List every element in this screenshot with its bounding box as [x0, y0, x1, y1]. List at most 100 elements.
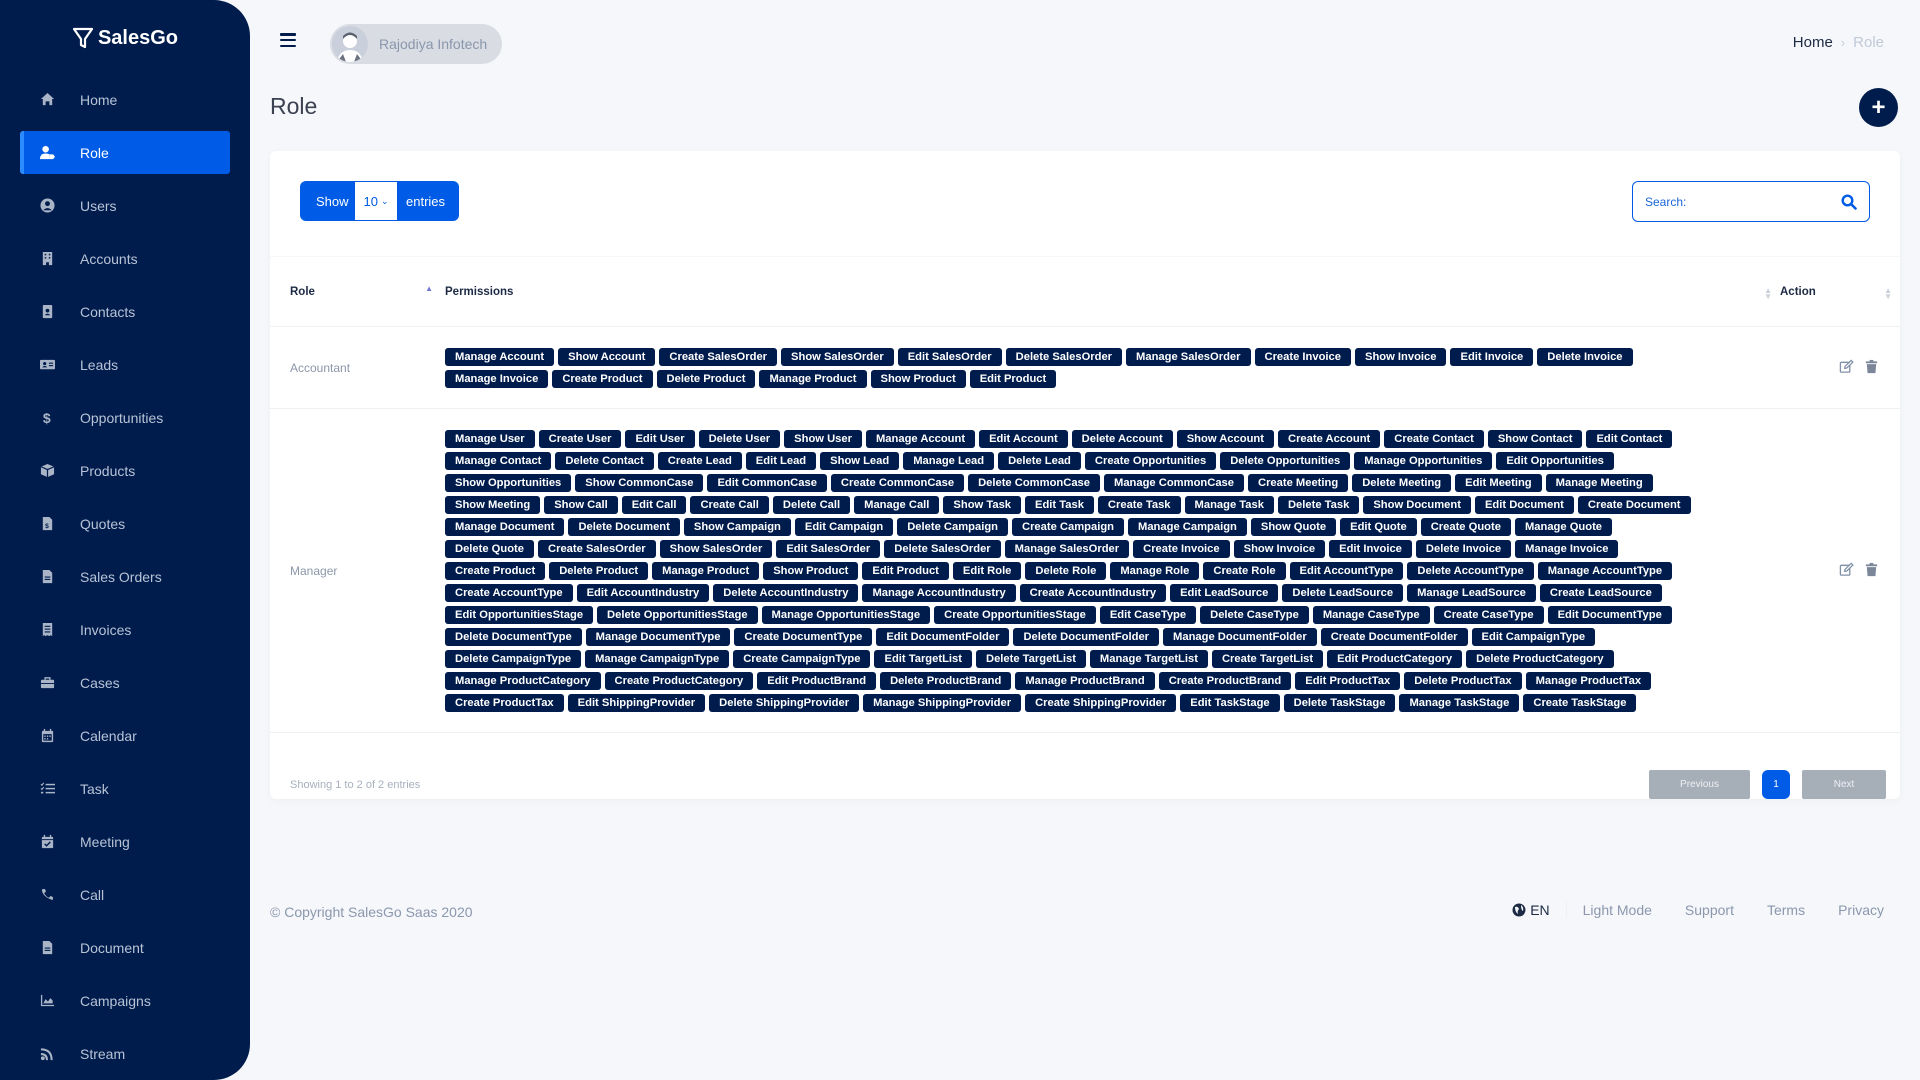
permission-badge: Edit Invoice — [1329, 540, 1412, 558]
column-header-action[interactable]: Action ▲ ▼ — [1780, 257, 1900, 327]
file-invoice-dollar-icon: $ — [37, 516, 57, 531]
permission-badge: Manage LeadSource — [1407, 584, 1536, 602]
sidebar-item-document[interactable]: Document — [20, 926, 230, 969]
permission-badge: Create ProductTax — [445, 694, 564, 712]
permission-badge: Create AccountIndustry — [1019, 584, 1167, 602]
permission-badge: Edit Campaign — [794, 518, 894, 536]
menu-toggle-button[interactable] — [280, 33, 296, 47]
permission-badge: Edit CommonCase — [707, 474, 827, 492]
sidebar-item-quotes[interactable]: $ Quotes — [20, 502, 230, 545]
language-code: EN — [1530, 902, 1550, 918]
edit-icon[interactable] — [1839, 562, 1855, 578]
light-mode-link[interactable]: Light Mode — [1583, 902, 1652, 918]
sidebar-item-cases[interactable]: Cases — [20, 661, 230, 704]
permission-badge: Delete Task — [1277, 496, 1360, 514]
support-link[interactable]: Support — [1685, 902, 1734, 918]
permission-badge: Create Contact — [1384, 430, 1484, 448]
sidebar-item-invoices[interactable]: Invoices — [20, 608, 230, 651]
permission-badge: Create DocumentType — [734, 628, 873, 646]
home-icon — [37, 92, 57, 107]
sidebar-item-stream[interactable]: Stream — [20, 1032, 230, 1075]
search-icon[interactable] — [1841, 193, 1857, 210]
edit-icon[interactable] — [1839, 359, 1855, 375]
sort-ascending-icon: ▲ — [425, 284, 433, 293]
column-header-permissions[interactable]: Permissions ▲ ▼ — [445, 257, 1780, 327]
brand-logo[interactable]: SalesGo — [0, 26, 250, 50]
permission-badge: Delete CampaignType — [445, 650, 582, 668]
file-alt-icon — [37, 569, 57, 584]
user-tag-icon — [37, 145, 57, 160]
sidebar-item-role[interactable]: Role — [20, 131, 230, 174]
sidebar-item-products[interactable]: Products — [20, 449, 230, 492]
entries-label: entries — [406, 193, 446, 209]
phone-icon — [37, 887, 57, 902]
permission-badge: Show SalesOrder — [659, 540, 773, 558]
id-badge-icon — [37, 304, 57, 319]
entries-select[interactable]: 10 ⌄ — [355, 182, 397, 220]
permission-badge: Delete Invoice — [1537, 348, 1633, 366]
permission-badge: Manage Account — [445, 348, 555, 366]
next-page-button[interactable]: Next — [1802, 770, 1886, 799]
sidebar-item-leads[interactable]: Leads — [20, 343, 230, 386]
permission-badge: Delete Call — [772, 496, 851, 514]
column-label: Action — [1780, 285, 1816, 298]
sidebar-item-call[interactable]: Call — [20, 873, 230, 916]
permission-badge: Manage Invoice — [1515, 540, 1619, 558]
permission-badge: Edit DocumentFolder — [876, 628, 1010, 646]
actions-cell — [1780, 409, 1900, 733]
permission-badge: Delete Quote — [445, 540, 535, 558]
permission-badge: Delete AccountType — [1407, 562, 1534, 580]
sidebar-item-task[interactable]: Task — [20, 767, 230, 810]
permission-badge: Show CommonCase — [575, 474, 704, 492]
role-name: Manager — [290, 563, 338, 578]
entries-length-control: Show 10 ⌄ entries — [300, 181, 459, 221]
sidebar-item-sales-orders[interactable]: Sales Orders — [20, 555, 230, 598]
sidebar-item-contacts[interactable]: Contacts — [20, 290, 230, 333]
permissions-cell: Manage User Create User Edit User Delete Us… — [445, 409, 1780, 733]
briefcase-icon — [37, 675, 57, 690]
page-title: Role — [270, 93, 318, 119]
permission-badge: Create Task — [1097, 496, 1181, 514]
trash-icon[interactable] — [1864, 359, 1880, 375]
permission-badge: Manage DocumentFolder — [1163, 628, 1317, 646]
permission-badge: Edit ShippingProvider — [567, 694, 706, 712]
permission-badge: Delete Invoice — [1415, 540, 1512, 558]
permission-badge: Delete Product — [656, 370, 756, 388]
user-menu[interactable]: Rajodiya Infotech — [330, 24, 502, 64]
role-name: Accountant — [290, 360, 351, 375]
sidebar-item-label: Invoices — [80, 621, 132, 638]
sidebar-item-calendar[interactable]: Calendar — [20, 714, 230, 757]
permission-badge: Create Role — [1203, 562, 1286, 580]
sidebar-item-campaigns[interactable]: Campaigns — [20, 979, 230, 1022]
rss-icon — [37, 1046, 57, 1061]
terms-link[interactable]: Terms — [1767, 902, 1805, 918]
breadcrumb: Home › Role — [1793, 34, 1884, 51]
search-field[interactable] — [1632, 181, 1870, 222]
permission-badge: Edit Document — [1474, 496, 1574, 514]
permission-badge: Delete LeadSource — [1282, 584, 1404, 602]
sidebar-item-accounts[interactable]: Accounts — [20, 237, 230, 280]
trash-icon[interactable] — [1864, 562, 1880, 578]
sort-icon: ▲ ▼ — [1884, 286, 1892, 301]
add-role-button[interactable]: + — [1859, 88, 1898, 127]
page-1-button[interactable]: 1 — [1762, 770, 1790, 799]
column-header-role[interactable]: Role ▲ — [270, 257, 445, 327]
user-circle-icon — [37, 198, 57, 213]
search-input[interactable] — [1645, 194, 1841, 209]
sidebar-item-home[interactable]: Home — [20, 78, 230, 121]
language-selector[interactable]: EN — [1512, 902, 1567, 918]
previous-page-button[interactable]: Previous — [1649, 770, 1750, 799]
sidebar-item-label: Cases — [80, 674, 120, 691]
sidebar-item-users[interactable]: Users — [20, 184, 230, 227]
sidebar-item-opportunities[interactable]: $ Opportunities — [20, 396, 230, 439]
permission-badge: Manage CampaignType — [585, 650, 730, 668]
sidebar-item-meeting[interactable]: Meeting — [20, 820, 230, 863]
permission-badge: Create SalesOrder — [659, 348, 778, 366]
privacy-link[interactable]: Privacy — [1838, 902, 1884, 918]
permission-badge: Create LeadSource — [1539, 584, 1662, 602]
globe-icon — [1512, 903, 1526, 917]
permission-badge: Delete DocumentType — [445, 628, 582, 646]
breadcrumb-home[interactable]: Home — [1793, 34, 1833, 51]
permission-badge: Edit Opportunities — [1496, 452, 1614, 470]
address-card-icon — [37, 357, 57, 372]
